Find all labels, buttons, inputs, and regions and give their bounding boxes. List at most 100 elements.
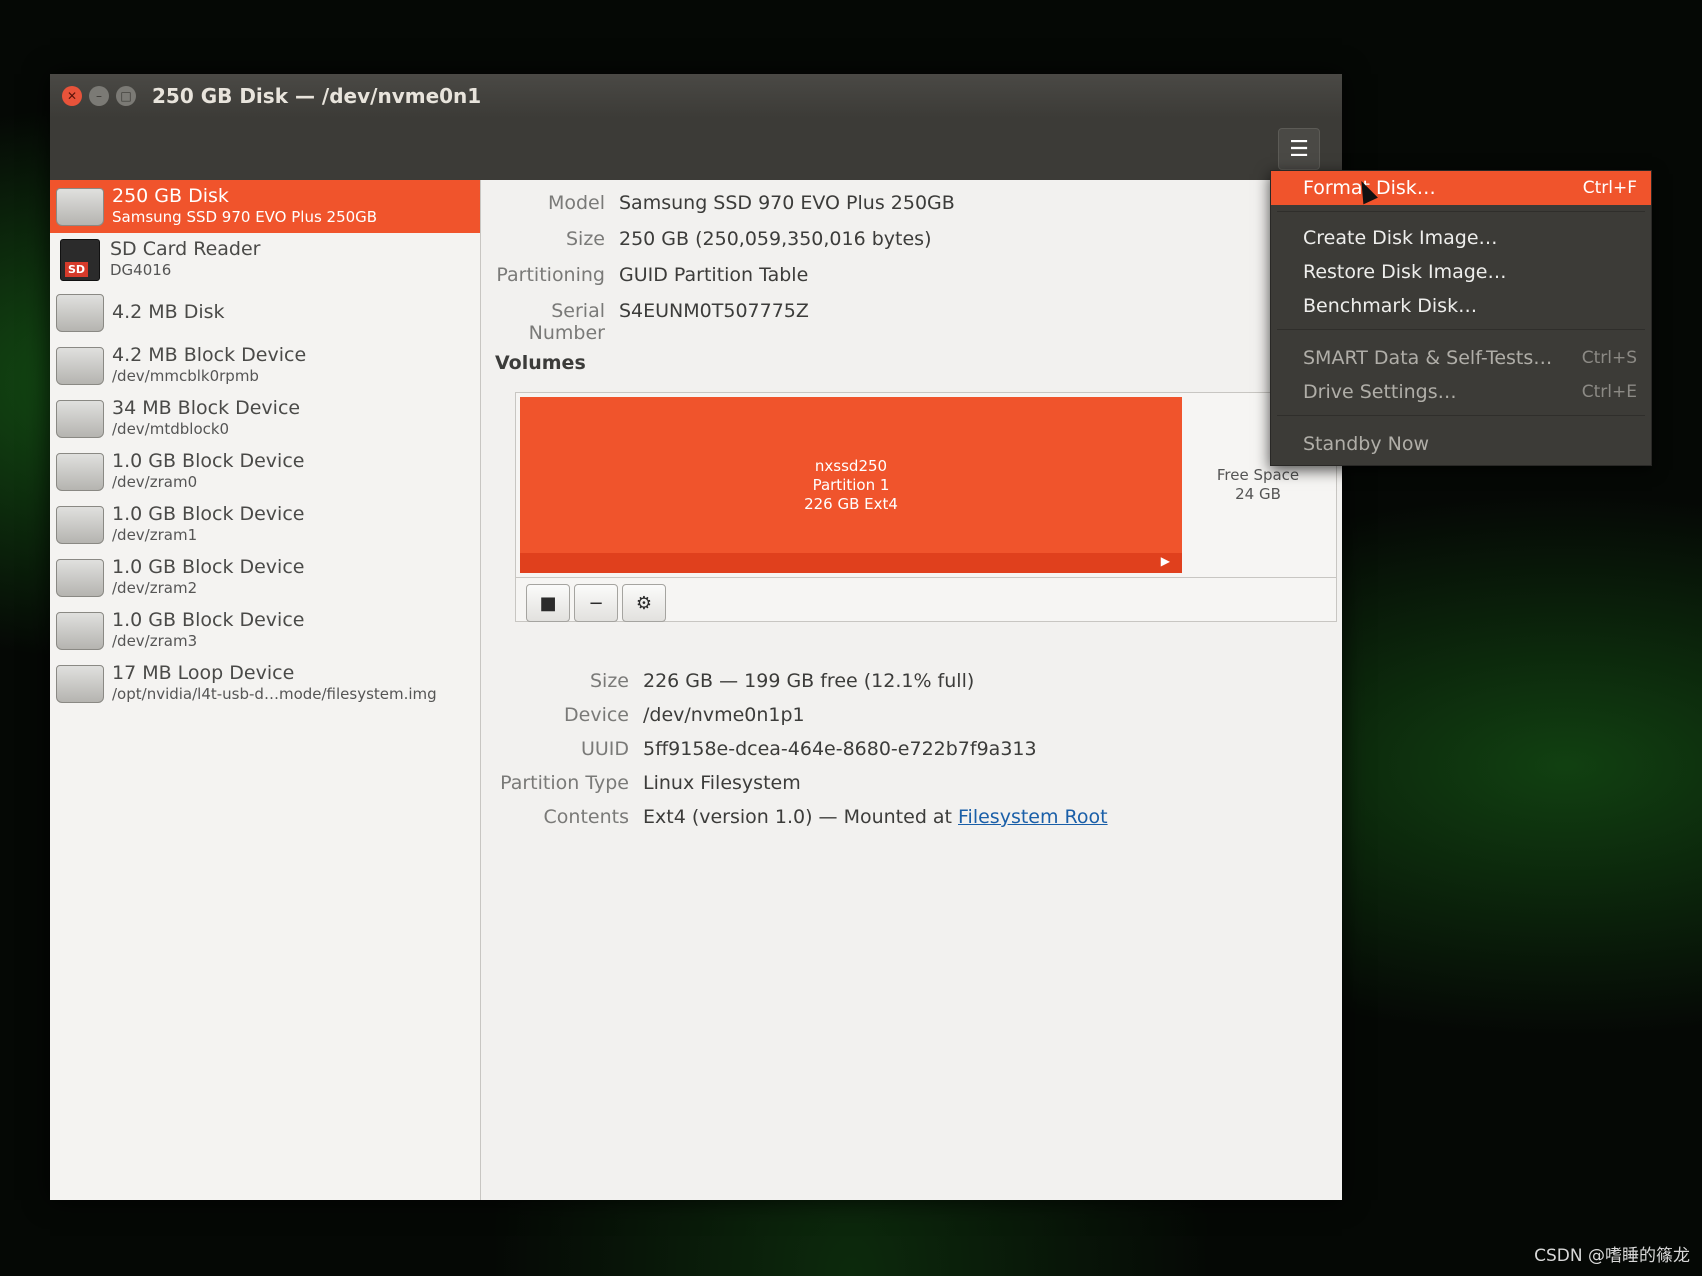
stop-icon: ■ xyxy=(539,592,557,614)
size-value: 250 GB (250,059,350,016 bytes) xyxy=(619,228,932,250)
menu-item-shortcut: Ctrl+E xyxy=(1581,382,1637,402)
menu-item-drive-settings[interactable]: Drive Settings… Ctrl+E xyxy=(1271,375,1651,409)
filesystem-root-link[interactable]: Filesystem Root xyxy=(958,806,1108,828)
menu-item-standby-now[interactable]: Standby Now xyxy=(1271,427,1651,461)
device-item-zram1[interactable]: 1.0 GB Block Device/dev/zram1 xyxy=(50,498,480,551)
minimize-window-button[interactable]: – xyxy=(89,86,109,106)
uuid-value: 5ff9158e-dcea-464e-8680-e722b7f9a313 xyxy=(643,738,1037,760)
device-subtitle: /dev/zram0 xyxy=(112,472,198,491)
disks-window: ✕ – □ 250 GB Disk — /dev/nvme0n1 ☰ 250 G… xyxy=(50,74,1342,1200)
partition-number: Partition 1 xyxy=(812,475,890,494)
menu-item-restore-disk-image[interactable]: Restore Disk Image… xyxy=(1271,255,1651,289)
partition-1-block[interactable]: nxssd250 Partition 1 226 GB Ext4 ▶ xyxy=(520,397,1182,573)
menu-separator xyxy=(1277,329,1645,330)
contents-value: Ext4 (version 1.0) — Mounted at Filesyste… xyxy=(643,806,1108,828)
partitioning-row: Partitioning GUID Partition Table xyxy=(481,264,808,286)
device-item-mmcblk0rpmb[interactable]: 4.2 MB Block Device/dev/mmcblk0rpmb xyxy=(50,339,480,392)
device-value: /dev/nvme0n1p1 xyxy=(643,704,805,726)
device-subtitle: /opt/nvidia/l4t-usb-d…mode/filesystem.im… xyxy=(112,684,437,703)
size-row: Size 250 GB (250,059,350,016 bytes) xyxy=(481,228,932,250)
drive-menu-popup: Format Disk… Ctrl+F Create Disk Image… Re… xyxy=(1270,170,1652,466)
volumes-graph: nxssd250 Partition 1 226 GB Ext4 ▶ Free … xyxy=(516,393,1336,578)
partition-settings-button[interactable]: ⚙ xyxy=(622,584,666,622)
volumes-heading: Volumes xyxy=(495,352,586,374)
device-item-250gb-disk[interactable]: 250 GB Disk Samsung SSD 970 EVO Plus 250G… xyxy=(50,180,480,233)
partitioning-label: Partitioning xyxy=(496,264,605,286)
drive-icon xyxy=(56,611,104,650)
partition-size-row: Size 226 GB — 199 GB free (12.1% full) xyxy=(481,670,974,692)
device-name: 1.0 GB Block Device xyxy=(112,502,305,525)
menu-item-label: Benchmark Disk… xyxy=(1303,295,1478,317)
disk-details-panel: Model Samsung SSD 970 EVO Plus 250GB Siz… xyxy=(481,180,1342,1200)
delete-partition-button[interactable]: − xyxy=(574,584,618,622)
partition-size-label: Size xyxy=(589,670,629,692)
device-name: 34 MB Block Device xyxy=(112,396,301,419)
hard-disk-icon xyxy=(56,293,104,332)
device-item-zram2[interactable]: 1.0 GB Block Device/dev/zram2 xyxy=(50,551,480,604)
title-bar: ✕ – □ 250 GB Disk — /dev/nvme0n1 xyxy=(50,74,1342,118)
model-value: Samsung SSD 970 EVO Plus 250GB xyxy=(619,192,955,214)
device-subtitle: /dev/zram3 xyxy=(112,631,198,650)
free-space-size: 24 GB xyxy=(1235,485,1281,503)
menu-item-label: Restore Disk Image… xyxy=(1303,261,1507,283)
device-item-zram3[interactable]: 1.0 GB Block Device/dev/zram3 xyxy=(50,604,480,657)
drive-icon xyxy=(56,346,104,385)
device-name: 250 GB Disk xyxy=(112,184,229,207)
drive-icon xyxy=(56,505,104,544)
model-row: Model Samsung SSD 970 EVO Plus 250GB xyxy=(481,192,955,214)
mounted-play-icon: ▶ xyxy=(1160,554,1170,568)
partition-type-value: Linux Filesystem xyxy=(643,772,801,794)
menu-item-create-disk-image[interactable]: Create Disk Image… xyxy=(1271,221,1651,255)
drive-icon xyxy=(56,452,104,491)
device-name: SD Card Reader xyxy=(110,237,261,260)
drive-icon xyxy=(56,558,104,597)
hamburger-menu-icon: ☰ xyxy=(1289,136,1309,162)
partition-name: nxssd250 xyxy=(814,456,888,475)
menu-item-smart-data[interactable]: SMART Data & Self-Tests… Ctrl+S xyxy=(1271,341,1651,375)
device-name: 17 MB Loop Device xyxy=(112,661,295,684)
serial-label: Serial Number xyxy=(528,300,605,344)
device-list: 250 GB Disk Samsung SSD 970 EVO Plus 250G… xyxy=(50,180,481,1200)
menu-item-shortcut: Ctrl+S xyxy=(1581,348,1637,368)
watermark: CSDN @嗜睡的篠龙 xyxy=(1534,1246,1690,1266)
drive-menu-button[interactable]: ☰ xyxy=(1278,128,1320,170)
close-window-button[interactable]: ✕ xyxy=(62,86,82,106)
menu-item-shortcut: Ctrl+F xyxy=(1582,178,1637,198)
close-icon: ✕ xyxy=(66,89,78,103)
device-subtitle: Samsung SSD 970 EVO Plus 250GB xyxy=(112,207,378,226)
device-row: Device /dev/nvme0n1p1 xyxy=(481,704,805,726)
device-name: 1.0 GB Block Device xyxy=(112,555,305,578)
free-space-label: Free Space xyxy=(1216,466,1300,484)
maximize-window-button[interactable]: □ xyxy=(116,86,136,106)
device-item-loop-device[interactable]: 17 MB Loop Device/opt/nvidia/l4t-usb-d…m… xyxy=(50,657,480,710)
device-name: 1.0 GB Block Device xyxy=(112,449,305,472)
contents-row: Contents Ext4 (version 1.0) — Mounted at… xyxy=(481,806,1108,828)
device-label: Device xyxy=(564,704,629,726)
menu-item-label: Create Disk Image… xyxy=(1303,227,1498,249)
sd-card-icon xyxy=(60,238,100,281)
partitioning-value: GUID Partition Table xyxy=(619,264,809,286)
menu-item-label: Drive Settings… xyxy=(1303,381,1457,403)
uuid-row: UUID 5ff9158e-dcea-464e-8680-e722b7f9a31… xyxy=(481,738,1037,760)
menu-separator xyxy=(1277,211,1645,212)
device-item-mtdblock0[interactable]: 34 MB Block Device/dev/mtdblock0 xyxy=(50,392,480,445)
device-item-4mb-disk[interactable]: 4.2 MB Disk xyxy=(50,286,480,339)
uuid-label: UUID xyxy=(580,738,629,760)
device-subtitle: DG4016 xyxy=(110,260,172,279)
partition-type-label: Partition Type xyxy=(500,772,629,794)
drive-icon xyxy=(56,399,104,438)
device-item-sd-card-reader[interactable]: SD Card ReaderDG4016 xyxy=(50,233,480,286)
volume-toolbar: ■ − ⚙ xyxy=(526,584,670,622)
device-name: 4.2 MB Block Device xyxy=(112,343,307,366)
menu-item-benchmark-disk[interactable]: Benchmark Disk… xyxy=(1271,289,1651,323)
model-label: Model xyxy=(547,192,605,214)
device-subtitle: /dev/mmcblk0rpmb xyxy=(112,366,259,385)
device-subtitle: /dev/mtdblock0 xyxy=(112,419,230,438)
menu-item-format-disk[interactable]: Format Disk… Ctrl+F xyxy=(1271,171,1651,205)
serial-value: S4EUNM0T507775Z xyxy=(619,300,809,322)
unmount-button[interactable]: ■ xyxy=(526,584,570,622)
maximize-icon: □ xyxy=(120,89,132,103)
partition-size-value: 226 GB — 199 GB free (12.1% full) xyxy=(643,670,975,692)
partition-description: 226 GB Ext4 xyxy=(804,494,898,513)
device-item-zram0[interactable]: 1.0 GB Block Device/dev/zram0 xyxy=(50,445,480,498)
